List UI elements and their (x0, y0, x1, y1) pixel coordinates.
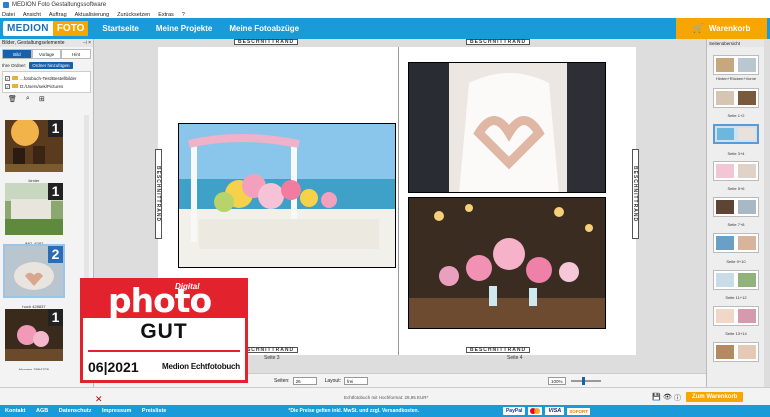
trim-label-bottom-right: BESCHNITTRAND (466, 347, 531, 353)
photo-frame-heart-hands[interactable] (408, 62, 606, 193)
left-panel-title-bar: Bilder, Gestaltungselemente ⊣ × (0, 39, 93, 47)
footer-bar: ✕ Echtfotobuch mit Hochformat: 28,95 EUR… (0, 387, 770, 407)
badge-brand: photo (108, 281, 212, 320)
page-overview-scrollbar[interactable] (764, 39, 770, 395)
layout-select[interactable]: frei (343, 376, 368, 385)
zoom-slider[interactable] (570, 376, 601, 385)
photo-heart-hands (409, 63, 605, 192)
checkbox[interactable]: ✓ (5, 83, 10, 89)
app-header: MEDION FOTO Startseite Meine Projekte Me… (0, 18, 770, 39)
window-title: MEDION Foto Gestaltungssoftware (12, 2, 107, 8)
zoom-select[interactable]: 100% (547, 376, 566, 385)
folder-icon (12, 84, 18, 88)
page-label-left: Seite 3 (264, 355, 280, 361)
cart-button[interactable]: 🛒 Warenkorb (676, 18, 767, 39)
page-overview-3-4-selected[interactable] (713, 124, 759, 144)
page-overview-panel: Seitenübersicht Hinten+Rücken+Vorne Seit… (706, 39, 770, 395)
window-title-bar: MEDION Foto Gestaltungssoftware (0, 0, 770, 10)
image-thumbnail[interactable]: 1 IMG_8282 (5, 183, 63, 246)
photo-frame-flowers-bokeh[interactable] (408, 197, 606, 329)
link-price-list[interactable]: Preisliste (142, 408, 166, 414)
mastercard-logo (528, 407, 543, 415)
badge-divider (88, 350, 240, 352)
badge-grade: GUT (140, 320, 188, 343)
pin-icon[interactable]: ⊣ × (82, 40, 91, 46)
image-thumbnail-list: 1 kinder 1 IMG_8282 2 hoch 428837 1 blum… (2, 115, 86, 370)
tab-templates[interactable]: Vorlage (31, 49, 62, 59)
page-overview-5-6[interactable] (713, 161, 759, 181)
trim-label-left: BESCHNITTRAND (155, 149, 162, 239)
image-thumbnail[interactable]: 1 blumen-3894376 (5, 309, 63, 370)
save-icon[interactable]: 💾 (652, 393, 661, 401)
page-label-right: Seite 4 (507, 355, 523, 361)
page-overview-next[interactable] (713, 342, 759, 362)
paypal-logo: PayPal (502, 407, 526, 415)
image-thumbnail-selected[interactable]: 2 hoch 428837 (3, 244, 65, 309)
trim-label-top-right: BESCHNITTRAND (466, 39, 531, 45)
close-icon[interactable]: ✕ (95, 394, 103, 405)
folder-row: Ihre Ordner: Ordner hinzufügen (0, 61, 93, 70)
nav-my-prints[interactable]: Meine Fotoabzüge (229, 24, 299, 33)
tree-item[interactable]: ✓ ...fotobuch-Test/Bestellbilder (5, 74, 88, 82)
test-award-badge: Digital photo GUT 06|2021 Medion Echtfot… (80, 278, 248, 383)
page-overview-9-10[interactable] (713, 233, 759, 253)
tab-images[interactable]: Bild (2, 49, 32, 59)
info-icon[interactable]: ⓘ (674, 393, 681, 403)
checkbox[interactable]: ✓ (5, 75, 10, 81)
page-overview-13-14[interactable] (713, 306, 759, 326)
page-overview-11-12[interactable] (713, 270, 759, 290)
tab-background[interactable]: Hint (61, 49, 92, 59)
badge-product: Medion Echtfotobuch (162, 362, 240, 371)
preview-icon[interactable]: 👁 (663, 393, 672, 401)
left-panel-tabs: Bild Vorlage Hint (2, 49, 92, 59)
visa-logo: VISA (545, 407, 565, 415)
photo-flowers-bokeh (409, 198, 605, 328)
medion-foto-logo[interactable]: MEDION FOTO (3, 21, 89, 36)
folder-tree: ✓ ...fotobuch-Test/Bestellbilder ✓ D:/User… (2, 71, 91, 93)
footer-links: Kontakt AGB Datenschutz Impressum Preisl… (0, 408, 170, 414)
photo-frame-beach-table[interactable] (178, 123, 396, 268)
trim-label-right: BESCHNITTRAND (632, 149, 639, 239)
page-overview-cover[interactable] (713, 55, 759, 75)
photo-beach-table (179, 124, 395, 267)
delete-icon[interactable]: 🗑 (8, 95, 17, 103)
main-nav: Startseite Meine Projekte Meine Fotoabzü… (102, 24, 316, 33)
folder-icon (12, 76, 18, 80)
add-folder-button[interactable]: Ordner hinzufügen (29, 62, 73, 69)
info-bar: Kontakt AGB Datenschutz Impressum Preisl… (0, 405, 770, 417)
cart-icon: 🛒 (692, 23, 704, 33)
page-overview-7-8[interactable] (713, 197, 759, 217)
sofort-logo: SOFORT (567, 407, 590, 415)
nav-home[interactable]: Startseite (102, 24, 138, 33)
search-icon[interactable]: ⌕ (26, 95, 30, 103)
tree-item[interactable]: ✓ D:/Users/sek/Pictures (5, 82, 88, 90)
link-agb[interactable]: AGB (36, 408, 48, 414)
page-overview-title: Seitenübersicht (707, 39, 770, 47)
nav-my-projects[interactable]: Meine Projekte (156, 24, 212, 33)
link-imprint[interactable]: Impressum (102, 408, 131, 414)
badge-issue: 06|2021 (88, 359, 139, 375)
link-contact[interactable]: Kontakt (5, 408, 25, 414)
app-icon (3, 2, 9, 8)
image-thumbnail[interactable]: 1 kinder (5, 118, 63, 183)
trim-label-top-left: BESCHNITTRAND (234, 39, 299, 45)
grid-view-icon[interactable]: ⊞ (39, 95, 45, 103)
pages-label: Seiten: (274, 377, 290, 384)
image-toolbar: 🗑 ⌕ ⊞ (0, 94, 93, 104)
price-disclaimer: *Die Preise gelten inkl. MwSt. und zzgl.… (288, 408, 419, 414)
page-overview-1-2[interactable] (713, 88, 759, 108)
price-note: Echtfotobuch mit Hochformat: 28,95 EUR* (344, 395, 429, 400)
layout-label: Layout: (324, 377, 341, 384)
to-cart-button[interactable]: Zum Warenkorb (686, 392, 744, 402)
pages-select[interactable]: 26 (292, 376, 317, 385)
zoom-slider-handle[interactable] (581, 376, 585, 385)
link-privacy[interactable]: Datenschutz (59, 408, 92, 414)
